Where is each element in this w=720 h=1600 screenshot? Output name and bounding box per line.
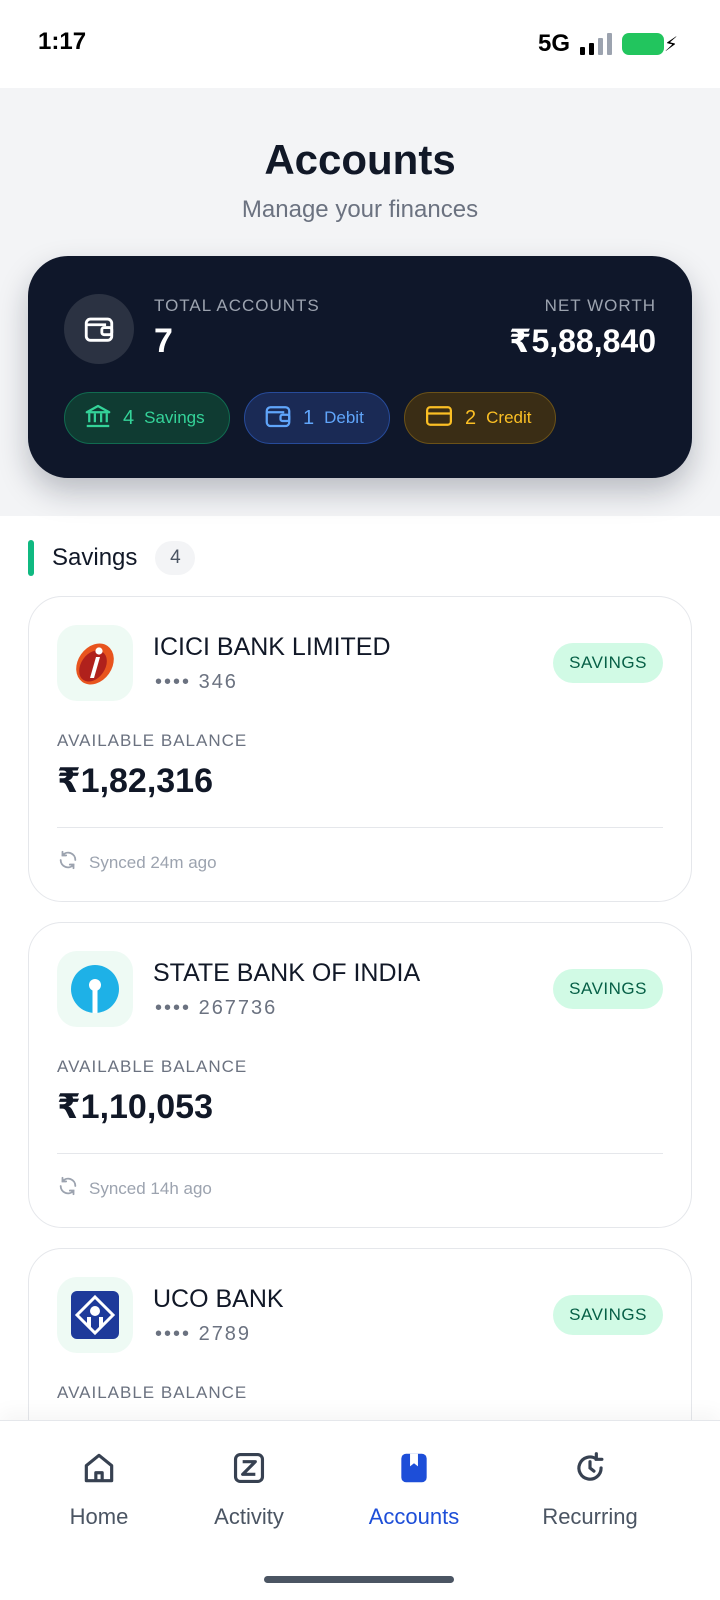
net-worth-value: ₹5,88,840 <box>509 323 656 359</box>
wallet-icon <box>263 401 293 436</box>
page-subtitle: Manage your finances <box>241 196 479 223</box>
bank-name: STATE BANK OF INDIA <box>153 959 421 987</box>
signal-icon <box>580 33 612 55</box>
balance-label: AVAILABLE BALANCE <box>57 1383 248 1402</box>
recurring-icon <box>571 1449 609 1492</box>
wallet-icon <box>64 294 134 364</box>
home-icon <box>80 1449 118 1492</box>
nav-activity[interactable]: Activity <box>169 1449 329 1530</box>
nav-accounts-label: Accounts <box>368 1504 460 1529</box>
section-accent-bar <box>28 540 34 576</box>
credit-count: 2 <box>465 406 477 429</box>
balance-label: AVAILABLE BALANCE <box>57 731 248 750</box>
bank-name: UCO BANK <box>153 1285 284 1313</box>
account-card-sbi[interactable]: STATE BANK OF INDIA •••• 267736 SAVINGS … <box>28 922 692 1228</box>
account-type-badge: SAVINGS <box>553 969 663 1009</box>
total-accounts-label: TOTAL ACCOUNTS <box>154 296 320 315</box>
sync-status: Synced 24m ago <box>57 849 217 876</box>
balance-value: ₹1,82,316 <box>57 762 214 800</box>
activity-icon <box>230 1449 268 1492</box>
nav-home-label: Home <box>69 1504 129 1529</box>
status-bar: 1:17 5G ⚡ <box>0 0 720 88</box>
sync-icon <box>57 849 79 876</box>
nav-recurring[interactable]: Recurring <box>510 1449 670 1530</box>
icici-logo <box>57 625 133 701</box>
accounts-header: Accounts Manage your finances TOTAL ACCO… <box>0 88 720 516</box>
total-accounts-value: 7 <box>154 322 173 360</box>
net-worth-label: NET WORTH <box>544 296 656 315</box>
debit-chip-label: Debit <box>324 408 364 427</box>
account-card-icici[interactable]: ICICI BANK LIMITED •••• 346 SAVINGS AVAI… <box>28 596 692 902</box>
credit-card-icon <box>423 401 455 436</box>
debit-count: 1 <box>303 406 315 429</box>
credit-chip-label: Credit <box>486 408 532 427</box>
section-count-badge: 4 <box>155 541 196 575</box>
bank-icon <box>83 401 113 436</box>
nav-activity-label: Activity <box>214 1504 284 1529</box>
sync-status: Synced 14h ago <box>57 1175 212 1202</box>
balance-label: AVAILABLE BALANCE <box>57 1057 248 1076</box>
charging-icon: ⚡ <box>663 34 678 56</box>
section-title: Savings <box>52 544 138 571</box>
balance-value: ₹1,10,053 <box>57 1088 214 1126</box>
nav-recurring-label: Recurring <box>542 1504 638 1529</box>
card-divider <box>57 827 663 828</box>
page-title: Accounts <box>264 136 456 183</box>
sbi-logo <box>57 951 133 1027</box>
accounts-icon <box>395 1449 433 1492</box>
account-number-masked: •••• 267736 <box>155 997 278 1019</box>
savings-chip[interactable]: 4 Savings <box>64 392 230 444</box>
home-indicator[interactable] <box>264 1576 454 1583</box>
bottom-nav: Home Activity Accounts Recurring <box>0 1420 720 1600</box>
uco-logo <box>57 1277 133 1353</box>
card-divider <box>57 1153 663 1154</box>
debit-chip[interactable]: 1 Debit <box>244 392 390 444</box>
savings-count: 4 <box>123 406 135 429</box>
nav-home[interactable]: Home <box>19 1449 179 1530</box>
sync-icon <box>57 1175 79 1202</box>
savings-chip-label: Savings <box>144 408 205 427</box>
credit-chip[interactable]: 2 Credit <box>404 392 556 444</box>
account-type-badge: SAVINGS <box>553 1295 663 1335</box>
account-number-masked: •••• 2789 <box>155 1323 252 1345</box>
sync-text: Synced 24m ago <box>89 852 217 872</box>
battery-icon: ⚡ <box>622 33 678 56</box>
savings-section-header: Savings 4 <box>28 540 196 576</box>
bank-name: ICICI BANK LIMITED <box>153 633 391 661</box>
nav-accounts[interactable]: Accounts <box>334 1449 494 1530</box>
sync-text: Synced 14h ago <box>89 1178 212 1198</box>
status-time: 1:17 <box>38 28 87 55</box>
account-number-masked: •••• 346 <box>155 671 238 693</box>
network-label: 5G <box>537 30 570 57</box>
summary-card: TOTAL ACCOUNTS 7 NET WORTH ₹5,88,840 4 S… <box>28 256 692 478</box>
account-type-badge: SAVINGS <box>553 643 663 683</box>
status-indicators: 5G ⚡ <box>537 30 678 58</box>
